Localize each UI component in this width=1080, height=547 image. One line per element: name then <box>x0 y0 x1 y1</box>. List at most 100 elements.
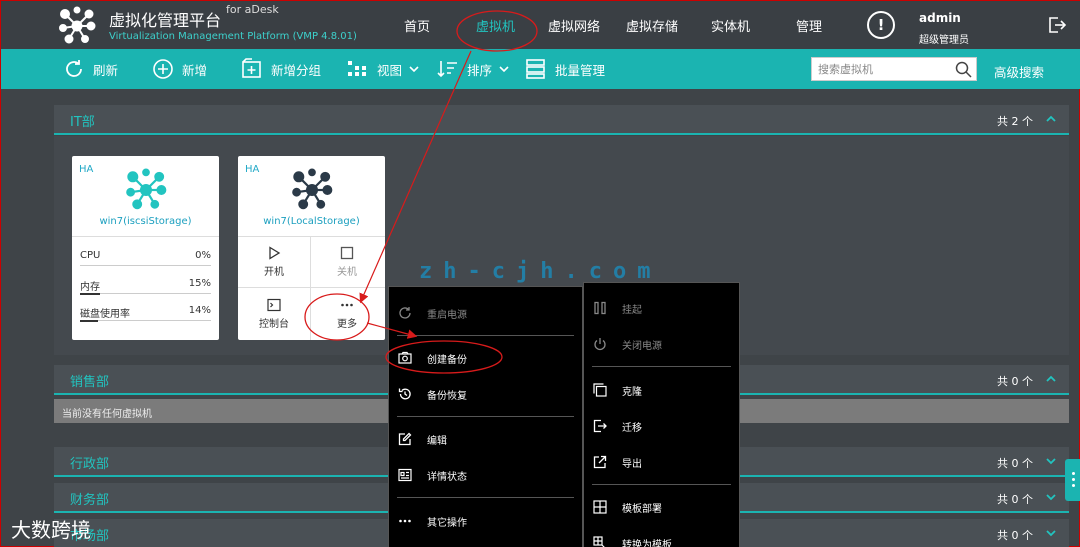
stat-label: CPU <box>80 250 101 261</box>
app-edition-label: for aDesk <box>226 3 279 16</box>
details-icon <box>398 468 412 482</box>
more-button[interactable]: 更多 <box>311 288 383 339</box>
refresh-button[interactable]: 刷新 <box>63 49 118 89</box>
stat-value: 0% <box>195 250 211 261</box>
power-icon <box>594 338 606 351</box>
logout-icon[interactable] <box>1047 15 1067 35</box>
power-on-button[interactable]: 开机 <box>238 236 310 287</box>
menu-item-export[interactable]: 导出 <box>584 447 739 477</box>
ha-badge: HA <box>79 164 94 175</box>
nav-home[interactable]: 首页 <box>404 16 430 35</box>
shutdown-label: 关机 <box>337 267 357 278</box>
alert-icon[interactable]: ! <box>867 11 895 39</box>
vm-card[interactable]: HA win7(iscsiStorage) CPU 0% 内存 15% 磁盘使用… <box>72 156 219 340</box>
menu-item-suspend[interactable]: 挂起 <box>584 293 739 323</box>
chevron-down-icon[interactable] <box>1045 491 1057 503</box>
chevron-down-icon[interactable] <box>1045 527 1057 539</box>
group-count: 共 0 个 <box>997 493 1033 506</box>
nav-physical-machine[interactable]: 实体机 <box>711 16 750 35</box>
view-label: 视图 <box>377 62 403 78</box>
group-header-it[interactable]: IT部 共 2 个 <box>54 105 1069 135</box>
nav-management[interactable]: 管理 <box>796 16 822 35</box>
vm-name[interactable]: win7(LocalStorage) <box>238 216 385 227</box>
usage-bar-fill <box>80 293 100 295</box>
sort-label: 排序 <box>467 62 493 78</box>
convert-template-icon <box>593 536 605 547</box>
more-label: 更多 <box>337 319 357 330</box>
app-title: 虚拟化管理平台 <box>109 11 222 30</box>
other-actions-submenu: 挂起 关闭电源 克隆 迁移 导出 模板部署 转换为模板 <box>583 282 740 547</box>
console-button[interactable]: 控制台 <box>238 288 310 339</box>
app-logo-icon <box>59 6 96 44</box>
chevron-down-icon[interactable] <box>1045 455 1057 467</box>
refresh-icon <box>66 60 82 77</box>
menu-item-clone[interactable]: 克隆 <box>584 375 739 405</box>
user-role: 超级管理员 <box>919 35 969 46</box>
menu-item-convert-to-template[interactable]: 转换为模板 <box>584 528 739 547</box>
nav-virtual-storage[interactable]: 虚拟存储 <box>626 16 678 35</box>
pause-icon <box>594 301 606 315</box>
sort-dropdown[interactable]: 排序 <box>437 49 518 89</box>
chevron-up-icon[interactable] <box>1045 113 1057 125</box>
stat-label: 磁盘使用率 <box>80 309 130 320</box>
chevron-down-icon <box>409 66 419 73</box>
search-input[interactable] <box>812 58 948 81</box>
menu-item-template-deploy[interactable]: 模板部署 <box>584 492 739 522</box>
advanced-search-link[interactable]: 高级搜索 <box>994 62 1044 81</box>
group-count: 共 0 个 <box>997 457 1033 470</box>
group-title: 行政部 <box>70 457 110 472</box>
refresh-label: 刷新 <box>93 62 119 78</box>
batch-manage-button[interactable]: 批量管理 <box>525 49 605 89</box>
watermark: 大数跨境 <box>11 518 91 542</box>
vm-running-icon <box>126 168 167 210</box>
console-label: 控制台 <box>259 319 289 330</box>
search-icon[interactable] <box>955 61 972 78</box>
shutdown-button[interactable]: 关机 <box>311 236 383 287</box>
reboot-icon <box>399 307 411 319</box>
menu-item-details[interactable]: 详情状态 <box>389 460 582 490</box>
watermark: zh-cjh.com <box>419 259 662 284</box>
top-bar: 虚拟化管理平台 for aDesk Virtualization Managem… <box>1 1 1080 49</box>
nav-virtual-machines[interactable]: 虚拟机 <box>476 16 515 35</box>
side-panel-toggle[interactable] <box>1065 459 1080 501</box>
menu-item-other-actions[interactable]: 其它操作 <box>389 506 582 536</box>
group-count: 共 0 个 <box>997 375 1033 388</box>
batch-manage-label: 批量管理 <box>555 62 606 78</box>
play-icon <box>269 246 281 260</box>
group-title: 财务部 <box>70 493 110 508</box>
group-count: 共 0 个 <box>997 529 1033 542</box>
toolbar: 刷新 新增 新增分组 视图 排序 批量管理 高级搜索 <box>1 49 1080 89</box>
usage-bar-fill <box>80 320 99 322</box>
menu-item-edit[interactable]: 编辑 <box>389 424 582 454</box>
console-icon <box>267 298 281 312</box>
vm-name[interactable]: win7(iscsiStorage) <box>72 216 219 227</box>
vm-card[interactable]: HA win7(LocalStorage) 开机 关机 控制台 更多 <box>238 156 385 340</box>
group-count: 共 2 个 <box>997 115 1033 128</box>
stat-value: 15% <box>188 278 211 289</box>
menu-divider <box>397 416 574 417</box>
export-icon <box>593 455 607 469</box>
nav-virtual-network[interactable]: 虚拟网络 <box>548 16 600 35</box>
ha-badge: HA <box>245 164 260 175</box>
search-box <box>811 57 977 81</box>
more-actions-menu: 重启电源 创建备份 备份恢复 编辑 详情状态 其它操作 <box>388 286 583 547</box>
menu-item-reboot[interactable]: 重启电源 <box>389 298 582 328</box>
clone-icon <box>593 383 607 397</box>
menu-item-migrate[interactable]: 迁移 <box>584 411 739 441</box>
chevron-up-icon[interactable] <box>1045 373 1057 385</box>
more-dots-icon <box>399 519 411 523</box>
menu-item-restore-backup[interactable]: 备份恢复 <box>389 379 582 409</box>
menu-divider <box>592 366 731 367</box>
add-vm-label: 新增 <box>182 62 208 78</box>
plus-circle-icon <box>153 59 173 79</box>
add-group-button[interactable]: 新增分组 <box>241 49 321 89</box>
menu-item-power-off[interactable]: 关闭电源 <box>584 329 739 359</box>
add-vm-button[interactable]: 新增 <box>152 49 207 89</box>
usage-bar <box>80 320 211 321</box>
camera-icon <box>398 351 412 364</box>
edit-icon <box>398 432 412 446</box>
view-grid-icon <box>348 61 366 76</box>
view-dropdown[interactable]: 视图 <box>347 49 428 89</box>
stop-icon <box>340 246 354 260</box>
menu-item-create-backup[interactable]: 创建备份 <box>389 343 582 373</box>
